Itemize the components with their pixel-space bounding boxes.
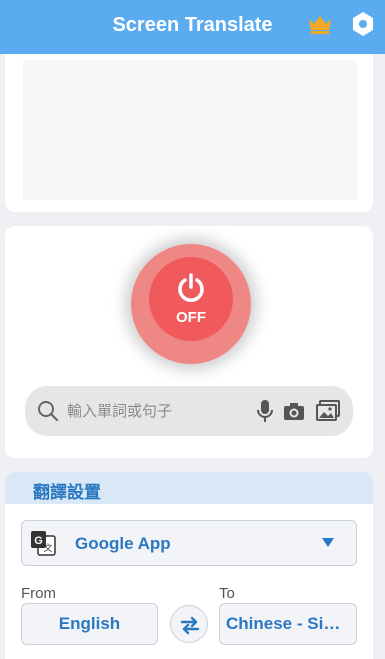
power-icon xyxy=(178,273,204,302)
engine-label: Google App xyxy=(75,534,171,553)
camera-icon[interactable] xyxy=(283,401,305,421)
search-bar xyxy=(25,386,353,436)
translation-settings-card: 翻譯設置 G 文 Google App From To English Chin… xyxy=(5,472,373,659)
google-translate-icon: G 文 xyxy=(31,531,56,556)
svg-text:G: G xyxy=(34,535,43,547)
search-input[interactable] xyxy=(67,394,247,428)
target-language-button[interactable]: Chinese - Sim... xyxy=(219,603,357,645)
dropdown-arrow-icon xyxy=(322,538,334,547)
image-icon[interactable] xyxy=(316,400,340,422)
control-card: OFF xyxy=(5,226,373,458)
search-icon xyxy=(38,401,59,422)
source-language-button[interactable]: English xyxy=(21,603,158,645)
gear-icon[interactable] xyxy=(351,11,375,37)
crown-icon[interactable] xyxy=(307,13,333,35)
power-toggle-button[interactable]: OFF xyxy=(131,244,251,364)
swap-icon xyxy=(180,616,200,635)
to-label: To xyxy=(219,585,235,602)
from-label: From xyxy=(21,585,56,602)
translation-result-area xyxy=(23,60,357,200)
section-header: 翻譯設置 xyxy=(5,472,373,504)
power-button-inner[interactable]: OFF xyxy=(149,257,233,341)
swap-languages-button[interactable] xyxy=(170,605,208,643)
section-title: 翻譯設置 xyxy=(33,483,101,503)
svg-text:文: 文 xyxy=(43,542,52,554)
microphone-icon[interactable] xyxy=(257,399,273,423)
power-state-label: OFF xyxy=(176,309,206,326)
translation-result-card xyxy=(5,54,373,212)
translation-engine-select[interactable]: G 文 Google App xyxy=(21,520,357,566)
app-header: Screen Translate xyxy=(0,0,385,54)
